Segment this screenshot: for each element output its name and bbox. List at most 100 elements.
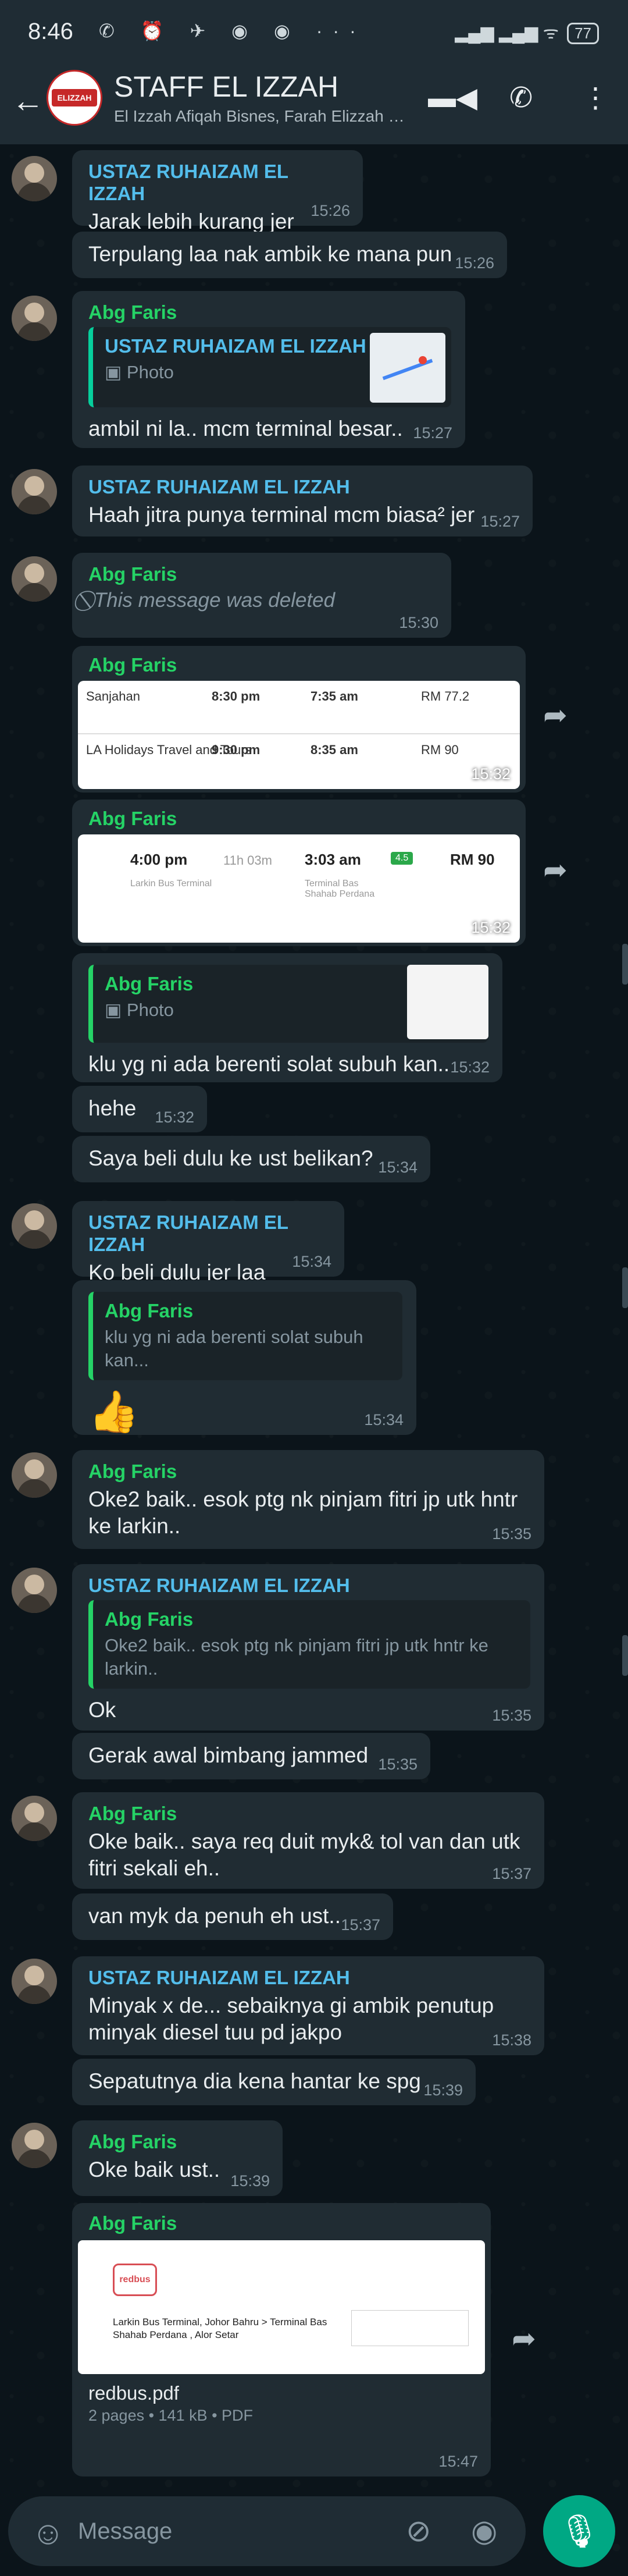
price-2: RM 90 [421, 742, 459, 757]
group-title[interactable]: STAFF EL IZZAH [114, 70, 338, 104]
sender-name[interactable]: Abg Faris [78, 808, 520, 830]
sender-name[interactable]: Abg Faris [78, 654, 520, 676]
video-call-icon[interactable]: ▬◀ [428, 81, 477, 114]
quoted-message[interactable]: Abg Faris klu yg ni ada berenti solat su… [88, 1292, 402, 1380]
pdf-preview[interactable]: redbus Larkin Bus Terminal, Johor Bahru … [78, 2240, 485, 2374]
arrive-1: 7:35 am [311, 689, 358, 703]
message-bubble[interactable]: van myk da penuh eh ust.. 15:37 [72, 1893, 393, 1940]
trip-duration: 11h 03m [223, 853, 272, 868]
forward-icon[interactable]: ➦ [543, 853, 568, 887]
more-options-icon[interactable]: ⋮ [581, 81, 609, 114]
message-text: Haah jitra punya terminal mcm biasa² jer [88, 503, 475, 527]
avatar-faris[interactable] [12, 296, 57, 341]
sender-name[interactable]: Abg Faris [88, 1803, 530, 1825]
message-bubble[interactable]: USTAZ RUHAIZAM EL IZZAH Ko beli dulu jer… [72, 1201, 344, 1284]
message-time: 15:30 [399, 614, 438, 631]
message-time: 15:35 [492, 1525, 531, 1543]
sender-name[interactable]: Abg Faris [88, 301, 451, 324]
avatar-faris[interactable] [12, 1452, 57, 1498]
message-composer: ☺ Message ⊘ ◉ [8, 2496, 526, 2566]
message-bubble[interactable]: USTAZ RUHAIZAM EL IZZAH Jarak lebih kura… [72, 150, 363, 233]
message-bubble[interactable]: Abg Faris Oke baik ust.. 15:39 [72, 2120, 283, 2196]
sender-name[interactable]: USTAZ RUHAIZAM EL IZZAH [88, 1211, 330, 1256]
sender-name[interactable]: Abg Faris [88, 1461, 530, 1483]
avatar-ustaz[interactable] [12, 1568, 57, 1613]
sender-name[interactable]: USTAZ RUHAIZAM EL IZZAH [88, 161, 349, 205]
mic-button[interactable]: 🎙 [543, 2495, 615, 2567]
message-bubble[interactable]: Abg Faris USTAZ RUHAIZAM EL IZZAH ▣ Phot… [72, 291, 465, 448]
image-message[interactable]: Abg Faris 4:00 pm 11h 03m 3:03 am 4.5 RM… [72, 800, 526, 946]
message-bubble[interactable]: Abg Faris ▣ Photo klu yg ni ada berenti … [72, 953, 502, 1082]
voice-call-icon[interactable]: ✆ [509, 81, 533, 114]
sender-name[interactable]: Abg Faris [88, 563, 437, 585]
destination-terminal: Terminal Bas Shahab Perdana [305, 879, 375, 899]
scroll-indicator[interactable] [622, 1267, 628, 1308]
document-message[interactable]: Abg Faris redbus Larkin Bus Terminal, Jo… [72, 2203, 491, 2476]
message-text: Ok [88, 1698, 116, 1722]
avatar-ustaz[interactable] [12, 1203, 57, 1249]
avatar-faris[interactable] [12, 556, 57, 602]
map-pin-icon [419, 356, 427, 364]
message-time: 15:26 [311, 202, 350, 219]
sender-name[interactable]: USTAZ RUHAIZAM EL IZZAH [88, 476, 519, 498]
group-avatar[interactable]: ELIZZAH [47, 70, 102, 126]
fare: RM 90 [450, 851, 495, 868]
thumbs-up-emoji: 👍 [88, 1389, 140, 1434]
image-attachment[interactable]: 4:00 pm 11h 03m 3:03 am 4.5 RM 90 Larkin… [78, 834, 520, 943]
battery-icon: 77 [567, 23, 599, 44]
quoted-text: Oke2 baik.. esok ptg nk pinjam fitri jp … [105, 1635, 488, 1679]
depart-time: 4:00 pm [130, 851, 188, 868]
back-arrow-icon[interactable]: ← [12, 81, 44, 119]
message-bubble[interactable]: Gerak awal bimbang jammed 15:35 [72, 1733, 430, 1779]
message-time: 15:39 [423, 2081, 463, 2099]
message-bubble[interactable]: Sepatutnya dia kena hantar ke spg 15:39 [72, 2059, 476, 2105]
forward-icon[interactable]: ➦ [512, 2322, 536, 2355]
message-time: 15:37 [341, 1916, 380, 1934]
message-bubble[interactable]: Abg Faris ⃠ This message was deleted 15:… [72, 553, 451, 638]
message-bubble[interactable]: USTAZ RUHAIZAM EL IZZAH Haah jitra punya… [72, 466, 533, 536]
sender-name[interactable]: USTAZ RUHAIZAM EL IZZAH [88, 1575, 530, 1597]
scroll-indicator[interactable] [622, 1635, 628, 1676]
message-bubble[interactable]: Terpulang laa nak ambik ke mana pun 15:2… [72, 232, 507, 278]
avatar-ustaz[interactable] [12, 469, 57, 514]
image-message[interactable]: Abg Faris Sanjahan 8:30 pm 7:35 am RM 77… [72, 646, 526, 793]
avatar-ustaz[interactable] [12, 156, 57, 201]
forward-icon[interactable]: ➦ [543, 698, 568, 732]
quoted-message[interactable]: Abg Faris ▣ Photo [88, 965, 488, 1043]
message-text: Oke baik.. saya req duit myk& tol van da… [88, 1829, 520, 1880]
message-bubble[interactable]: USTAZ RUHAIZAM EL IZZAH Minyak x de... s… [72, 1956, 544, 2055]
origin-terminal: Larkin Bus Terminal [130, 879, 212, 889]
message-bubble[interactable]: Abg Faris klu yg ni ada berenti solat su… [72, 1280, 416, 1435]
message-time: 15:35 [492, 1707, 531, 1724]
attach-icon[interactable]: ⊘ [406, 2514, 431, 2549]
emoji-icon[interactable]: ☺ [31, 2514, 65, 2552]
message-input[interactable]: Message [78, 2518, 172, 2545]
depart-2: 9:30 pm [212, 742, 261, 757]
sender-name[interactable]: Abg Faris [78, 2212, 485, 2234]
avatar-faris[interactable] [12, 2123, 57, 2168]
sender-name[interactable]: Abg Faris [88, 2131, 269, 2153]
scroll-indicator[interactable] [622, 944, 628, 985]
message-time: 15:34 [378, 1159, 418, 1176]
quoted-message[interactable]: Abg Faris Oke2 baik.. esok ptg nk pinjam… [88, 1600, 530, 1689]
message-time: 15:34 [292, 1253, 331, 1270]
image-thumbnail [407, 965, 488, 1039]
avatar-faris[interactable] [12, 1796, 57, 1841]
message-text: klu yg ni ada berenti solat subuh kan.. [88, 1052, 450, 1076]
deleted-message: ⃠ This message was deleted [88, 589, 437, 612]
chat-header: ← ELIZZAH STAFF EL IZZAH El Izzah Afiqah… [0, 58, 628, 144]
quoted-message[interactable]: USTAZ RUHAIZAM EL IZZAH ▣ Photo [88, 327, 451, 407]
mic-icon: 🎙 [558, 2513, 600, 2549]
sender-name[interactable]: USTAZ RUHAIZAM EL IZZAH [88, 1967, 530, 1989]
arrive-time: 3:03 am [305, 851, 361, 868]
avatar-ustaz[interactable] [12, 1959, 57, 2004]
message-bubble[interactable]: USTAZ RUHAIZAM EL IZZAH Abg Faris Oke2 b… [72, 1564, 544, 1731]
message-bubble[interactable]: Saya beli dulu ke ust belikan? 15:34 [72, 1136, 430, 1182]
message-bubble[interactable]: Abg Faris Oke baik.. saya req duit myk& … [72, 1792, 544, 1889]
message-time: 15:38 [492, 2031, 531, 2049]
message-bubble[interactable]: Abg Faris Oke2 baik.. esok ptg nk pinjam… [72, 1450, 544, 1549]
group-members[interactable]: El Izzah Afiqah Bisnes, Farah Elizzah H.… [114, 107, 405, 126]
camera-icon[interactable]: ◉ [471, 2514, 497, 2549]
image-attachment[interactable]: Sanjahan 8:30 pm 7:35 am RM 77.2 LA Holi… [78, 681, 520, 789]
message-bubble[interactable]: hehe 15:32 [72, 1086, 207, 1132]
